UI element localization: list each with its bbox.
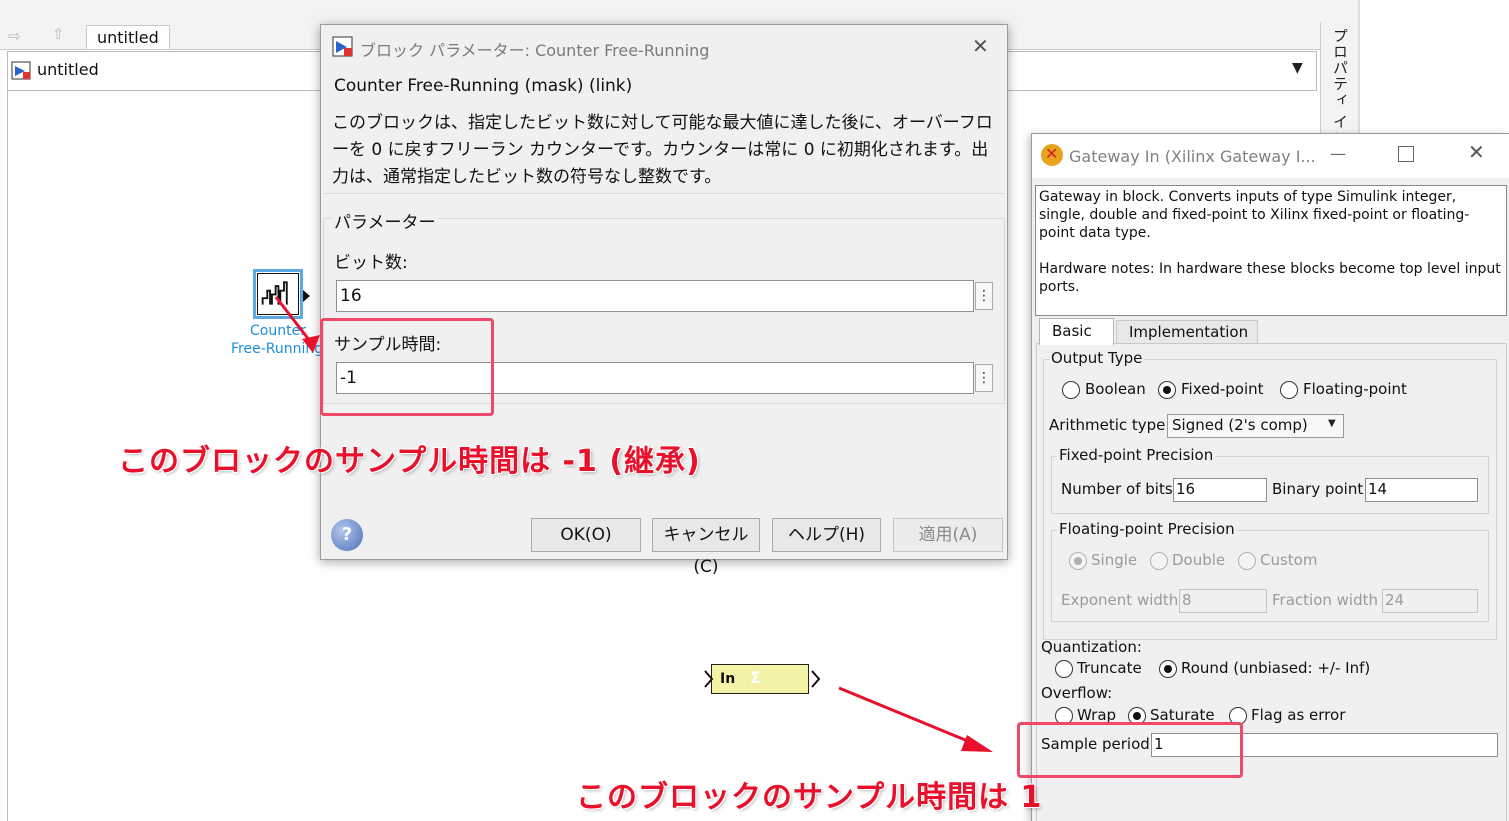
back-arrow-icon[interactable]: ⇨: [8, 27, 30, 45]
radio-flag-error-label: Flag as error: [1251, 706, 1346, 724]
ok-button[interactable]: OK(O): [531, 518, 641, 552]
address-text: untitled: [37, 60, 99, 79]
tab-basic[interactable]: Basic: [1039, 318, 1114, 345]
cancel-button[interactable]: キャンセル(C): [652, 518, 760, 577]
gateway-sample-time-annotation: このブロックのサンプル時間は 1: [576, 780, 1043, 815]
gateway-in-label: In: [720, 671, 736, 687]
help-button[interactable]: ヘルプ(H): [772, 518, 881, 552]
bits-input[interactable]: 16: [336, 280, 974, 312]
counter-sample-time-annotation: このブロックのサンプル時間は -1 (継承): [118, 444, 701, 479]
mask-description: このブロックは、指定したビット数に対して可能な最大値に達した後に、オーバーフロー…: [332, 113, 993, 187]
sample-time-highlight: [320, 318, 494, 416]
counter-block-label-2[interactable]: Free-Running: [231, 341, 323, 357]
radio-round[interactable]: [1159, 660, 1177, 678]
quantization-label: Quantization:: [1041, 638, 1142, 656]
counter-block[interactable]: [257, 273, 299, 315]
gateway-description: Gateway in block. Converts inputs of typ…: [1035, 185, 1507, 316]
apply-button[interactable]: 適用(A): [893, 518, 1003, 552]
close-icon[interactable]: ✕: [972, 34, 989, 58]
counter-staircase-icon: [261, 281, 288, 305]
num-bits-label: Number of bits: [1061, 480, 1173, 498]
float-precision-title: Floating-point Precision: [1057, 520, 1237, 538]
radio-round-label: Round (unbiased: +/- Inf): [1181, 659, 1371, 677]
radio-fixed-point-label: Fixed-point: [1181, 380, 1264, 398]
fixed-precision-title: Fixed-point Precision: [1057, 446, 1216, 464]
model-tab[interactable]: untitled: [86, 25, 170, 49]
radio-single[interactable]: [1069, 552, 1087, 570]
bits-menu-icon[interactable]: ⋮: [975, 282, 993, 310]
radio-floating-point-label: Floating-point: [1303, 380, 1407, 398]
binary-point-label: Binary point: [1272, 480, 1364, 498]
bits-label: ビット数:: [334, 253, 408, 273]
dialog-model-icon: [332, 36, 353, 57]
counter-output-port[interactable]: [303, 290, 310, 302]
sample-time-menu-icon[interactable]: ⋮: [975, 364, 993, 392]
overflow-label: Overflow:: [1041, 684, 1113, 702]
fraction-width-label: Fraction width: [1272, 591, 1378, 609]
radio-boolean-label: Boolean: [1085, 380, 1146, 398]
radio-truncate[interactable]: [1055, 660, 1073, 678]
xilinx-x-icon: ✕: [1045, 144, 1059, 163]
radio-fixed-point[interactable]: [1158, 381, 1176, 399]
maximize-icon[interactable]: [1398, 146, 1414, 162]
sample-period-highlight: [1017, 722, 1243, 778]
help-icon[interactable]: ?: [331, 519, 363, 551]
binary-point-input[interactable]: 14: [1365, 478, 1478, 502]
up-arrow-icon[interactable]: ⇧: [52, 25, 74, 45]
gateway-input-port[interactable]: [703, 669, 715, 689]
tab-implementation[interactable]: Implementation: [1116, 320, 1258, 344]
arith-type-label: Arithmetic type: [1049, 416, 1166, 434]
fraction-width-input[interactable]: 24: [1382, 589, 1478, 613]
radio-double[interactable]: [1150, 552, 1168, 570]
arith-type-select[interactable]: Signed (2's comp): [1167, 414, 1344, 438]
radio-truncate-label: Truncate: [1077, 659, 1142, 677]
exponent-width-label: Exponent width: [1061, 591, 1179, 609]
radio-custom[interactable]: [1238, 552, 1256, 570]
xilinx-logo-icon: Σ: [750, 668, 761, 687]
chevron-down-icon[interactable]: ▼: [1328, 418, 1336, 429]
radio-single-label: Single: [1091, 551, 1138, 569]
gateway-dialog-title: Gateway In (Xilinx Gateway I...: [1069, 147, 1316, 166]
radio-double-label: Double: [1172, 551, 1226, 569]
minimize-icon[interactable]: —: [1330, 144, 1346, 163]
dialog-title: ブロック パラメーター: Counter Free-Running: [360, 41, 710, 60]
model-icon: [11, 61, 31, 80]
radio-custom-label: Custom: [1260, 551, 1318, 569]
output-type-title: Output Type: [1049, 349, 1145, 367]
window-top-area: [0, 0, 1360, 22]
radio-floating-point[interactable]: [1280, 381, 1298, 399]
radio-boolean[interactable]: [1062, 381, 1080, 399]
mask-title: Counter Free-Running (mask) (link): [334, 76, 633, 96]
counter-block-label[interactable]: Counter: [250, 323, 306, 339]
parameters-group-title: パラメーター: [332, 208, 438, 233]
exponent-width-input[interactable]: 8: [1179, 589, 1267, 613]
gateway-output-port[interactable]: [810, 669, 822, 689]
address-dropdown-icon[interactable]: ▼: [1292, 60, 1303, 76]
gateway-close-icon[interactable]: ✕: [1468, 140, 1485, 164]
num-bits-input[interactable]: 16: [1173, 478, 1267, 502]
